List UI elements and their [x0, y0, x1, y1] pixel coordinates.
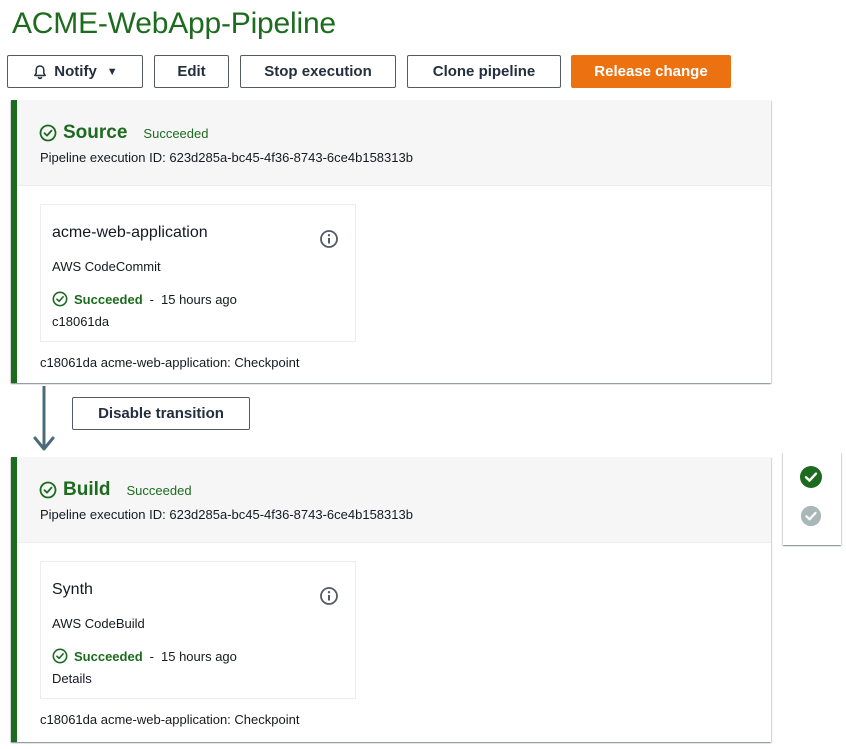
edit-button[interactable]: Edit	[154, 55, 229, 88]
action-name: Synth	[52, 581, 93, 598]
clone-pipeline-button[interactable]: Clone pipeline	[407, 55, 561, 88]
action-card: Synth AWS CodeBuild Succeeded - 15 hours…	[40, 561, 356, 699]
release-change-label: Release change	[594, 63, 708, 80]
notify-button[interactable]: Notify ▼	[7, 55, 143, 88]
check-circle-disabled-icon[interactable]	[800, 505, 822, 527]
stage-header: Source Succeeded Pipeline execution ID: …	[17, 100, 771, 186]
check-circle-icon	[39, 481, 57, 499]
check-circle-icon	[52, 291, 68, 307]
stop-execution-button[interactable]: Stop execution	[240, 55, 396, 88]
action-timestamp: 15 hours ago	[161, 648, 237, 664]
action-status-label: Succeeded	[74, 291, 143, 307]
stage-title: Build Succeeded	[39, 479, 192, 501]
status-separator: -	[149, 291, 154, 307]
info-icon[interactable]	[319, 229, 339, 249]
action-card: acme-web-application AWS CodeCommit Succ…	[40, 204, 356, 342]
commit-message[interactable]: c18061da acme-web-application: Checkpoin…	[40, 712, 299, 727]
stage-source: Source Succeeded Pipeline execution ID: …	[11, 100, 771, 383]
commit-id-link[interactable]: c18061da	[52, 314, 109, 329]
clone-pipeline-label: Clone pipeline	[432, 63, 536, 80]
action-status-label: Succeeded	[74, 648, 143, 664]
action-status: Succeeded - 15 hours ago	[52, 291, 237, 307]
execution-id[interactable]: Pipeline execution ID: 623d285a-bc45-4f3…	[40, 507, 413, 522]
stage-build: Build Succeeded Pipeline execution ID: 6…	[11, 457, 771, 742]
release-change-button[interactable]: Release change	[571, 55, 731, 88]
stage-status: Succeeded	[126, 482, 192, 498]
stage-header: Build Succeeded Pipeline execution ID: 6…	[17, 457, 771, 543]
stage-status: Succeeded	[143, 125, 209, 141]
action-name: acme-web-application	[52, 224, 208, 241]
action-provider: AWS CodeCommit	[52, 259, 161, 274]
stage-name: Build	[63, 479, 111, 500]
details-link[interactable]: Details	[52, 671, 92, 686]
check-circle-filled-icon[interactable]	[799, 465, 823, 489]
stop-execution-label: Stop execution	[264, 63, 372, 80]
commit-message[interactable]: c18061da acme-web-application: Checkpoin…	[40, 355, 299, 370]
info-icon[interactable]	[319, 586, 339, 606]
disable-transition-button[interactable]: Disable transition	[72, 397, 250, 430]
check-circle-icon	[52, 648, 68, 664]
edit-label: Edit	[177, 63, 206, 80]
page-title: ACME-WebApp-Pipeline	[12, 7, 336, 40]
execution-id[interactable]: Pipeline execution ID: 623d285a-bc45-4f3…	[40, 150, 413, 165]
action-status: Succeeded - 15 hours ago	[52, 648, 237, 664]
action-timestamp: 15 hours ago	[161, 291, 237, 307]
bell-icon	[34, 64, 47, 79]
stage-status-panel	[783, 452, 841, 545]
caret-down-icon: ▼	[106, 65, 118, 78]
stage-name: Source	[63, 122, 128, 143]
disable-transition-label: Disable transition	[98, 405, 224, 422]
stage-title: Source Succeeded	[39, 122, 208, 144]
status-separator: -	[149, 648, 154, 664]
action-provider: AWS CodeBuild	[52, 616, 145, 631]
check-circle-icon	[39, 124, 57, 142]
arrow-down-icon	[33, 386, 55, 451]
notify-label: Notify	[54, 63, 97, 80]
